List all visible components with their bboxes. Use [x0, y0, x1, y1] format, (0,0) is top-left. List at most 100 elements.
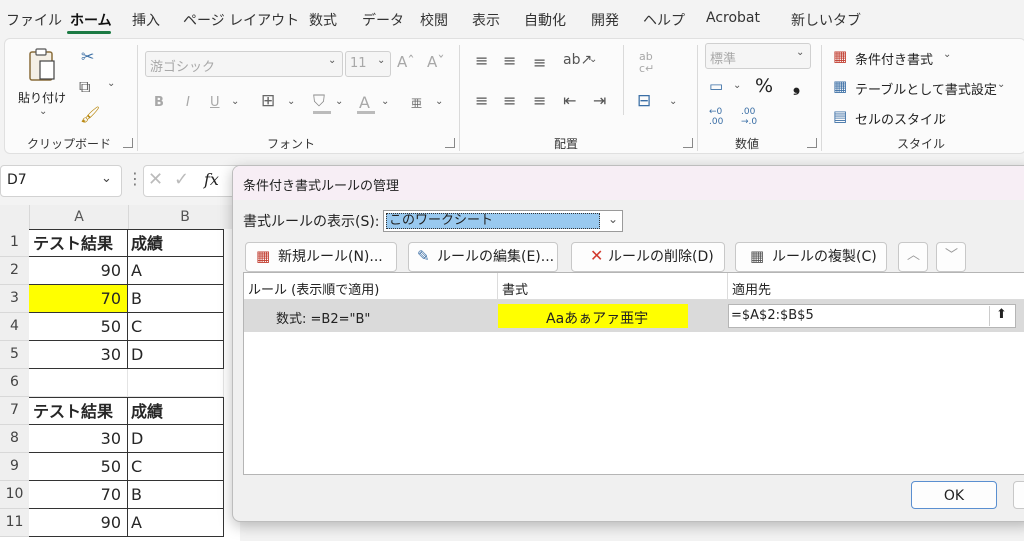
conditional-formatting-button[interactable]: ▦ 条件付き書式 ⌄ [831, 47, 1011, 69]
align-middle-icon[interactable]: ≡ [503, 53, 516, 69]
clipboard-launcher-icon[interactable] [123, 138, 133, 148]
cancel-icon[interactable]: ✕ [148, 171, 163, 189]
menu-home[interactable]: ホーム [70, 10, 112, 30]
cell-b5[interactable]: D [128, 341, 224, 369]
align-left-icon[interactable]: ≡ [475, 93, 488, 109]
name-box[interactable]: D7 ⌄ [0, 165, 122, 197]
font-name-dropdown[interactable]: 游ゴシック ⌄ [145, 51, 343, 77]
column-header-format[interactable]: 書式 [502, 279, 528, 298]
applies-to-field[interactable]: =$A$2:$B$5 ⬆ [728, 304, 1016, 328]
percent-button[interactable]: % [755, 75, 773, 97]
cell-a10[interactable]: 70 [29, 481, 128, 509]
duplicate-rule-button[interactable]: ▦ ルールの複製(C) [735, 242, 887, 272]
increase-indent-icon[interactable]: ⇥ [593, 93, 606, 109]
align-right-icon[interactable]: ≡ [533, 93, 546, 109]
edit-rule-button[interactable]: ✎ ルールの編集(E)... [408, 242, 558, 272]
align-center-icon[interactable]: ≡ [503, 93, 516, 109]
chevron-down-icon[interactable]: ⌄ [589, 55, 597, 65]
font-launcher-icon[interactable] [445, 138, 455, 148]
cell-a2[interactable]: 90 [29, 257, 128, 285]
cell-b9[interactable]: C [128, 453, 224, 481]
row-header[interactable]: 2 [0, 257, 29, 285]
rules-list[interactable]: ルール (表示順で適用) 書式 適用先 数式: =B2="B" Aaあぁアァ亜宇… [243, 272, 1024, 475]
move-down-button[interactable]: ﹀ [936, 242, 966, 272]
orientation-icon[interactable]: ab↗ [563, 53, 592, 67]
cell-a11[interactable]: 90 [29, 509, 128, 537]
number-format-dropdown[interactable]: 標準 ⌄ [705, 43, 811, 69]
column-header-b[interactable]: B [128, 205, 241, 229]
chevron-down-icon[interactable]: ⌄ [435, 97, 443, 107]
cell-a3[interactable]: 70 [29, 285, 128, 313]
column-header-applies-to[interactable]: 適用先 [732, 279, 771, 298]
worksheet[interactable]: A B 1 テスト結果 成績 2 90 A 3 70 B 4 50 C 5 30 D 6 7 テスト結果 成績 8 30… [0, 205, 241, 541]
row-header[interactable]: 3 [0, 285, 29, 313]
phonetic-icon[interactable]: 亜 [411, 95, 422, 111]
menu-developer[interactable]: 開発 [591, 10, 619, 30]
cell-a9[interactable]: 50 [29, 453, 128, 481]
border-icon[interactable]: ⊞ [261, 93, 275, 110]
row-header[interactable]: 4 [0, 313, 29, 341]
cell-b11[interactable]: A [128, 509, 224, 537]
column-header-a[interactable]: A [29, 205, 128, 229]
wrap-text-icon[interactable]: ab c↵ [639, 51, 654, 75]
insert-function-icon[interactable]: fx [204, 170, 219, 189]
align-bottom-icon[interactable]: ≡ [533, 55, 546, 71]
cell-b8[interactable]: D [128, 425, 224, 453]
format-as-table-button[interactable]: ▦ テーブルとして書式設定 ⌄ [831, 77, 1021, 99]
cell-a8[interactable]: 30 [29, 425, 128, 453]
row-header[interactable]: 7 [0, 397, 29, 425]
copy-dropdown-icon[interactable]: ⌄ [107, 79, 115, 89]
fill-color-icon[interactable]: ⛉ [313, 93, 325, 109]
chevron-down-icon[interactable]: ⌄ [101, 172, 112, 185]
select-all-corner[interactable] [0, 205, 29, 229]
menu-file[interactable]: ファイル [6, 10, 62, 30]
chevron-down-icon[interactable]: ⌄ [381, 97, 389, 107]
alignment-launcher-icon[interactable] [683, 138, 693, 148]
new-rule-button[interactable]: ▦ 新規ルール(N)... [245, 242, 397, 272]
underline-button[interactable]: U [210, 95, 220, 110]
menu-page-layout[interactable]: ページ レイアウト [183, 10, 299, 30]
row-header[interactable]: 10 [0, 481, 29, 509]
bold-button[interactable]: B [154, 95, 164, 110]
menu-formulas[interactable]: 数式 [309, 10, 337, 30]
copy-icon[interactable]: ⧉ [79, 79, 90, 95]
cell-a7[interactable]: テスト結果 [29, 397, 128, 425]
scissors-icon[interactable]: ✂ [81, 49, 94, 65]
cell-b10[interactable]: B [128, 481, 224, 509]
cell-b4[interactable]: C [128, 313, 224, 341]
format-painter-icon[interactable]: 🖌 [80, 107, 100, 123]
menu-review[interactable]: 校閲 [420, 10, 448, 30]
decrease-decimal-icon[interactable]: .00 →.0 [741, 107, 757, 127]
menu-insert[interactable]: 挿入 [132, 10, 160, 30]
cell-a1[interactable]: テスト結果 [29, 229, 128, 257]
column-header-rule[interactable]: ルール (表示順で適用) [248, 279, 379, 298]
merge-center-icon[interactable]: ⊟ [637, 93, 651, 110]
decrease-indent-icon[interactable]: ⇤ [563, 93, 576, 109]
cell-a4[interactable]: 50 [29, 313, 128, 341]
cancel-button[interactable] [1013, 481, 1024, 509]
formula-bar[interactable]: ✕ ✓ fx [143, 165, 245, 197]
row-header[interactable]: 5 [0, 341, 29, 369]
paste-dropdown-icon[interactable]: ⌄ [39, 107, 47, 117]
chevron-down-icon[interactable]: ⌄ [733, 81, 741, 91]
number-launcher-icon[interactable] [807, 138, 817, 148]
italic-button[interactable]: I [186, 95, 190, 110]
cell-a6[interactable] [29, 369, 128, 397]
menu-help[interactable]: ヘルプ [643, 10, 685, 30]
cell-b2[interactable]: A [128, 257, 224, 285]
confirm-icon[interactable]: ✓ [174, 171, 189, 189]
menu-new-tab[interactable]: 新しいタブ [791, 10, 861, 30]
shrink-font-icon[interactable]: Aˇ [427, 53, 445, 71]
cell-b3[interactable]: B [128, 285, 224, 313]
move-up-button[interactable]: ︿ [898, 242, 928, 272]
rule-row[interactable]: 数式: =B2="B" Aaあぁアァ亜宇 =$A$2:$B$5 ⬆ [244, 300, 1024, 332]
chevron-down-icon[interactable]: ⌄ [669, 97, 677, 107]
align-top-icon[interactable]: ≡ [475, 53, 488, 69]
delete-rule-button[interactable]: ✕ ルールの削除(D) [571, 242, 725, 272]
increase-decimal-icon[interactable]: ←0.00 [709, 107, 723, 127]
row-header[interactable]: 9 [0, 453, 29, 481]
menu-automate[interactable]: 自動化 [524, 10, 566, 30]
cell-b7[interactable]: 成績 [128, 397, 224, 425]
grow-font-icon[interactable]: Aˆ [397, 53, 415, 71]
menu-acrobat[interactable]: Acrobat [706, 10, 760, 26]
